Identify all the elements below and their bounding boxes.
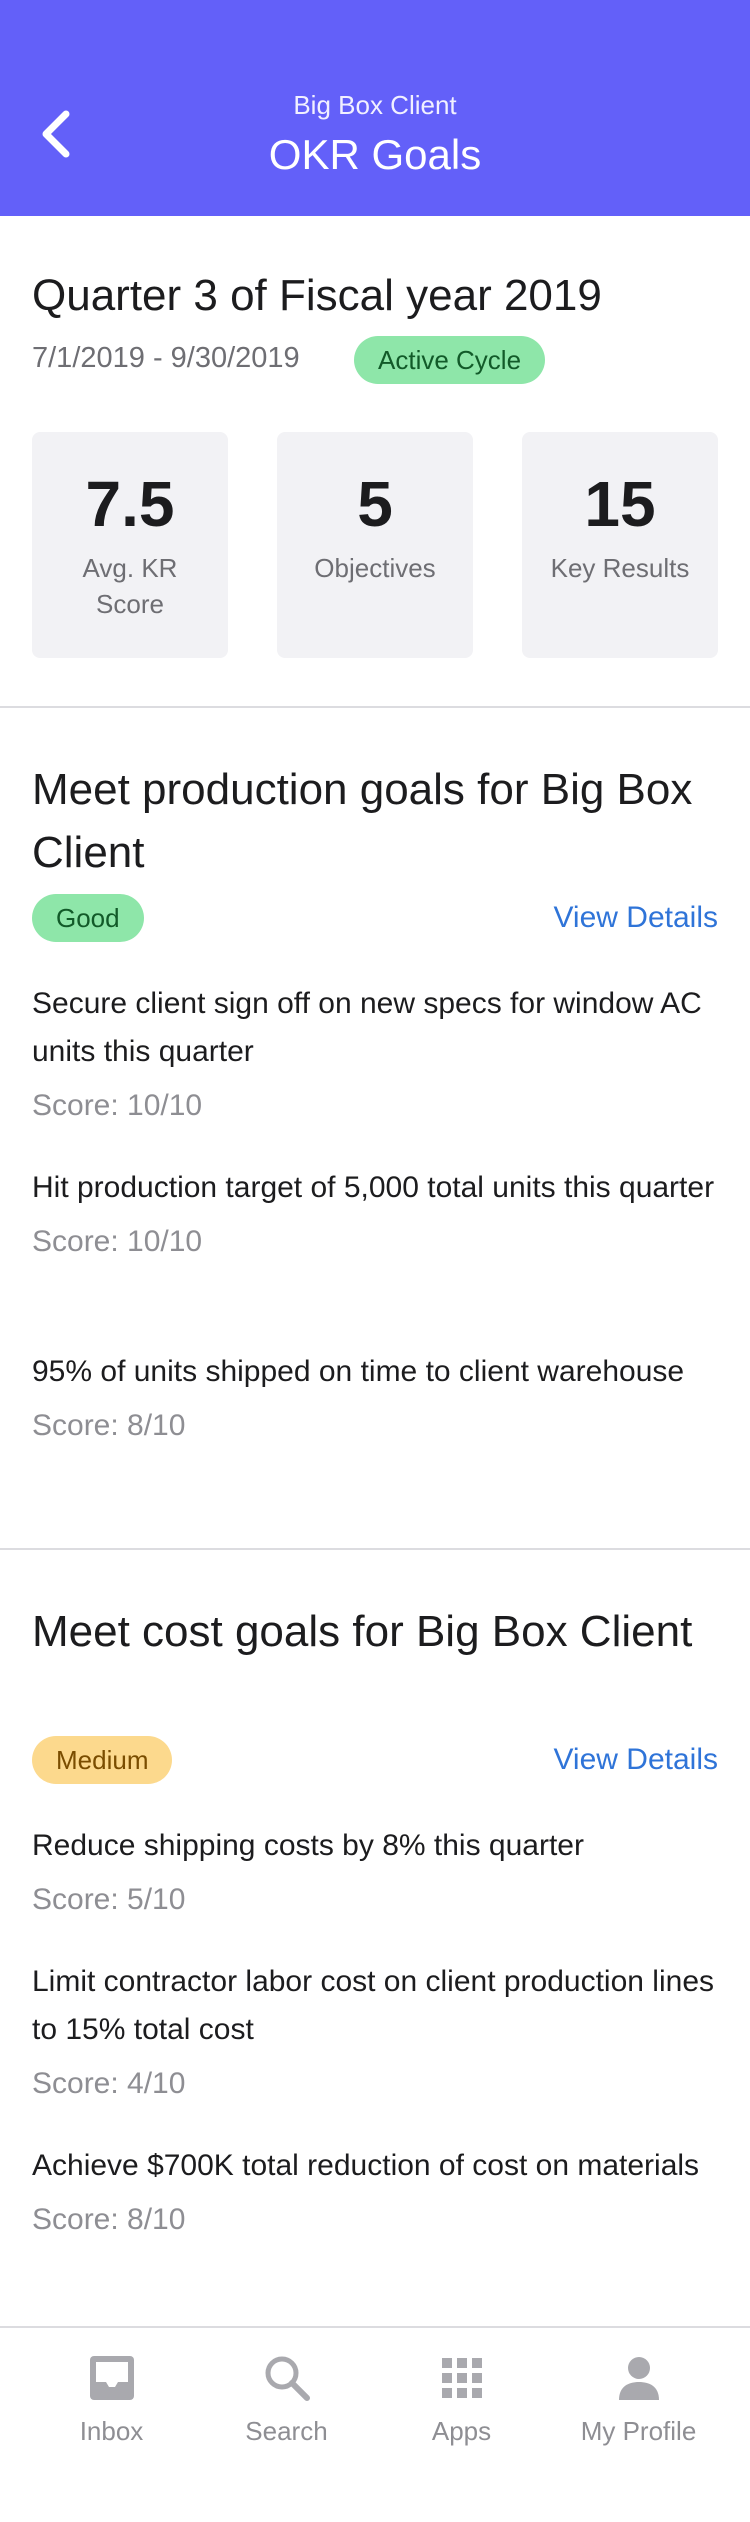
key-result-score: Score: 10/10 bbox=[32, 1225, 203, 1258]
key-result-item: Hit production target of 5,000 total uni… bbox=[32, 1164, 722, 1264]
bottom-tab-bar: Inbox Search Apps My Profile bbox=[0, 2326, 750, 2522]
header-subtitle: Big Box Client bbox=[293, 90, 457, 120]
key-result-item: Secure client sign off on new specs for … bbox=[32, 980, 722, 1128]
view-details-link[interactable]: View Details bbox=[553, 1738, 718, 1782]
key-result-item: 95% of units shipped on time to client w… bbox=[32, 1348, 722, 1448]
cycle-dates: 7/1/2019 - 9/30/2019 bbox=[32, 342, 300, 374]
profile-icon bbox=[619, 2357, 659, 2400]
tab-apps[interactable]: Apps bbox=[368, 2328, 555, 2468]
cycle-title: Quarter 3 of Fiscal year 2019 bbox=[32, 271, 602, 320]
objective-title: Meet cost goals for Big Box Client bbox=[32, 1607, 693, 1656]
okr-goals-screen: Big Box Client OKR Goals Quarter 3 of Fi… bbox=[0, 0, 750, 2522]
key-result-text: Limit contractor labor cost on client pr… bbox=[32, 1965, 715, 2046]
stat-value: 15 bbox=[584, 468, 656, 540]
page-title: OKR Goals bbox=[268, 131, 482, 178]
objective-card: Meet cost goals for Big Box Client Mediu… bbox=[0, 1550, 750, 2326]
key-result-text: Reduce shipping costs by 8% this quarter bbox=[32, 1829, 584, 1862]
app-header: Big Box Client OKR Goals bbox=[0, 0, 750, 216]
key-result-score: Score: 4/10 bbox=[32, 2067, 186, 2100]
key-result-item: Achieve $700K total reduction of cost on… bbox=[32, 2142, 722, 2242]
tab-inbox[interactable]: Inbox bbox=[18, 2328, 205, 2468]
search-icon bbox=[265, 2356, 310, 2401]
key-result-item: Limit contractor labor cost on client pr… bbox=[32, 1958, 722, 2106]
tab-label: My Profile bbox=[580, 2416, 697, 2446]
tab-label: Search bbox=[245, 2416, 328, 2446]
tab-my-profile[interactable]: My Profile bbox=[545, 2328, 732, 2468]
key-result-score: Score: 10/10 bbox=[32, 1089, 203, 1122]
tab-label: Apps bbox=[431, 2416, 492, 2446]
key-result-text: Hit production target of 5,000 total uni… bbox=[32, 1171, 715, 1204]
apps-grid-icon bbox=[442, 2358, 482, 2398]
stat-avg-kr-score: 7.5 Avg. KR Score bbox=[32, 432, 228, 658]
key-result-score: Score: 5/10 bbox=[32, 1883, 186, 1916]
cycle-summary: Quarter 3 of Fiscal year 2019 7/1/2019 -… bbox=[0, 216, 750, 706]
stat-value: 7.5 bbox=[85, 468, 175, 540]
stat-label: Key Results bbox=[550, 553, 690, 583]
inbox-icon bbox=[90, 2356, 134, 2400]
stat-label: Objectives bbox=[314, 553, 436, 583]
key-result-text: 95% of units shipped on time to client w… bbox=[32, 1355, 685, 1388]
key-result-score: Score: 8/10 bbox=[32, 2203, 186, 2236]
key-result-score: Score: 8/10 bbox=[32, 1409, 186, 1442]
key-result-text: Achieve $700K total reduction of cost on… bbox=[32, 2149, 700, 2182]
view-details-link[interactable]: View Details bbox=[553, 896, 718, 940]
status-badge: Active Cycle bbox=[354, 336, 546, 384]
stat-label: Avg. KR Score bbox=[82, 553, 178, 619]
stat-key-results: 15 Key Results bbox=[522, 432, 718, 658]
key-result-text: Secure client sign off on new specs for … bbox=[32, 987, 702, 1068]
status-badge: Medium bbox=[32, 1736, 173, 1784]
stat-objectives: 5 Objectives bbox=[277, 432, 473, 658]
status-badge: Good bbox=[32, 894, 144, 942]
stat-value: 5 bbox=[357, 468, 393, 540]
tab-search[interactable]: Search bbox=[193, 2328, 380, 2468]
tab-label: Inbox bbox=[79, 2416, 144, 2446]
key-result-item: Reduce shipping costs by 8% this quarter… bbox=[32, 1822, 722, 1922]
objective-card: Meet production goals for Big Box Client… bbox=[0, 708, 750, 1548]
objective-title: Meet production goals for Big Box Client bbox=[32, 765, 693, 877]
